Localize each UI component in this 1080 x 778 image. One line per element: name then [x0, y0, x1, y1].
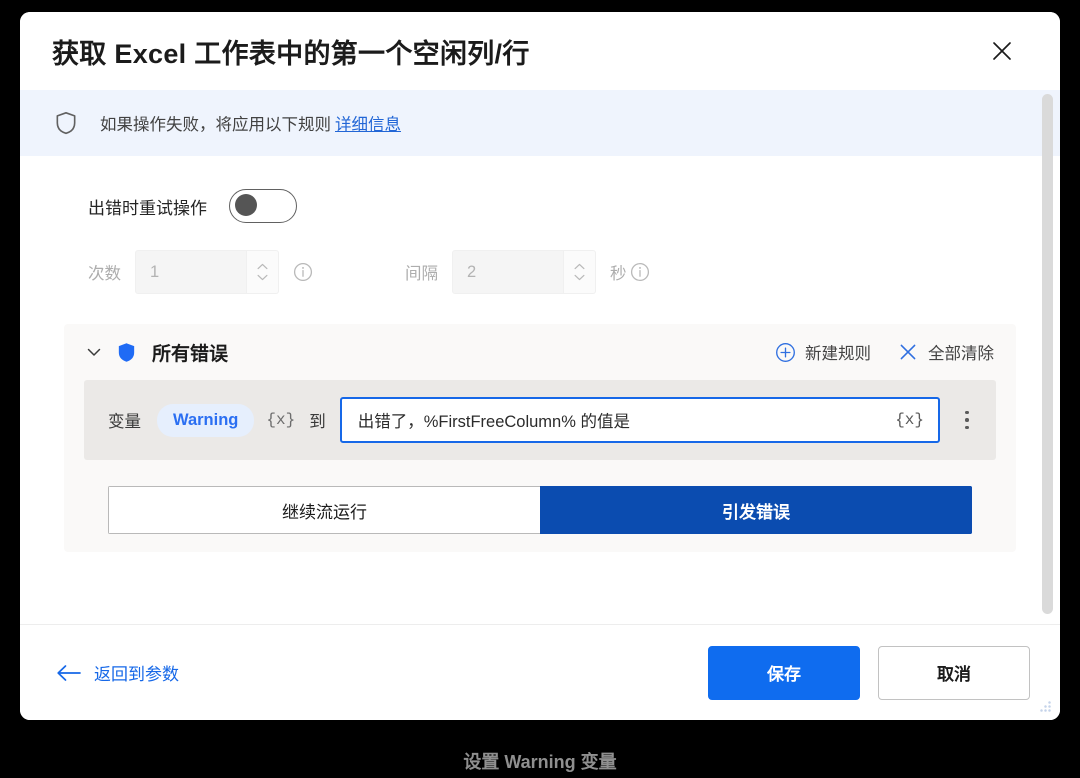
back-to-parameters-label: 返回到参数 [94, 665, 179, 684]
scrollbar-thumb[interactable] [1042, 94, 1053, 614]
kebab-dot [965, 425, 969, 430]
rule-variable-row: 变量 Warning {x} 到 出错了，%FirstFreeColumn% 的… [84, 380, 996, 460]
rules-card: 所有错误 新建规则 全部清除 变量 Warning {x} 到 出错了，%Fir… [64, 324, 1016, 552]
retry-count-info-icon[interactable] [293, 262, 313, 282]
caret-down-icon [257, 274, 268, 281]
caret-up-icon [574, 263, 585, 270]
variable-token-icon[interactable]: {x} [266, 411, 295, 429]
kebab-dot [965, 410, 969, 415]
retry-count-stepper[interactable] [247, 250, 279, 294]
vertical-scrollbar[interactable] [1042, 90, 1056, 624]
dialog-titlebar: 获取 Excel 工作表中的第一个空闲列/行 [20, 12, 1060, 90]
more-vertical-icon[interactable] [950, 403, 984, 437]
shield-filled-icon [114, 340, 138, 364]
arrow-left-icon [57, 664, 81, 681]
back-to-parameters-link[interactable]: 返回到参数 [56, 660, 708, 685]
rules-header: 所有错误 新建规则 全部清除 [64, 324, 1016, 380]
close-icon [897, 341, 919, 363]
rules-title: 所有错误 [152, 343, 229, 365]
retry-count-input[interactable]: 1 [135, 250, 247, 294]
figure-caption: 设置 Warning 变量 [463, 752, 617, 772]
retry-interval-input[interactable]: 2 [452, 250, 564, 294]
retry-toggle-label: 出错时重试操作 [88, 198, 207, 218]
segment-continue-flow[interactable]: 继续流运行 [108, 486, 540, 534]
error-handling-dialog: 获取 Excel 工作表中的第一个空闲列/行 如果操作失败，将应用以下规则 详细… [20, 12, 1060, 720]
retry-fields-row: 次数 1 间隔 2 秒 [88, 250, 1060, 294]
variable-label: 变量 [108, 413, 141, 431]
plus-circle-icon [774, 341, 796, 363]
banner-text: 如果操作失败，将应用以下规则 [100, 116, 331, 134]
clear-all-label: 全部清除 [928, 345, 994, 363]
clear-all-button[interactable]: 全部清除 [897, 340, 994, 364]
dialog-body: 如果操作失败，将应用以下规则 详细信息 出错时重试操作 次数 1 间隔 2 秒 … [20, 90, 1060, 624]
retry-interval-unit: 秒 [610, 265, 627, 283]
variable-value-input[interactable]: 出错了，%FirstFreeColumn% 的值是 {x} [339, 397, 940, 443]
variable-value-text: 出错了，%FirstFreeColumn% 的值是 [357, 413, 630, 431]
retry-on-error-toggle[interactable] [229, 189, 297, 223]
caret-down-icon [574, 274, 585, 281]
retry-settings: 出错时重试操作 次数 1 间隔 2 秒 [20, 156, 1060, 294]
info-banner: 如果操作失败，将应用以下规则 详细信息 [20, 90, 1060, 156]
variable-name-chip[interactable]: Warning [157, 403, 255, 437]
chevron-down-icon [87, 348, 101, 356]
dialog-footer: 返回到参数 保存 取消 [20, 624, 1060, 720]
new-rule-button[interactable]: 新建规则 [774, 340, 871, 364]
retry-interval-stepper[interactable] [564, 250, 596, 294]
new-rule-label: 新建规则 [805, 345, 871, 363]
caret-up-icon [257, 263, 268, 270]
retry-toggle-row: 出错时重试操作 [88, 188, 1060, 224]
segment-throw-error[interactable]: 引发错误 [540, 486, 972, 534]
banner-details-link[interactable]: 详细信息 [335, 111, 401, 135]
rules-collapse-toggle[interactable] [80, 338, 108, 366]
kebab-dot [965, 418, 969, 422]
on-error-action-segmented: 继续流运行 引发错误 [108, 486, 972, 534]
retry-interval-label: 间隔 [405, 265, 438, 283]
close-button[interactable] [980, 29, 1024, 73]
retry-interval-info-icon[interactable] [630, 262, 650, 282]
variable-picker-token-icon[interactable]: {x} [895, 411, 924, 429]
variable-to-label: 到 [309, 413, 326, 431]
close-icon [993, 42, 1011, 60]
cancel-button[interactable]: 取消 [878, 645, 1030, 700]
retry-count-label: 次数 [88, 265, 121, 283]
resize-grip-icon[interactable] [1036, 697, 1052, 713]
save-button[interactable]: 保存 [708, 645, 860, 700]
shield-outline-icon [52, 109, 80, 137]
toggle-knob [235, 194, 257, 216]
page-title: 获取 Excel 工作表中的第一个空闲列/行 [52, 38, 530, 69]
